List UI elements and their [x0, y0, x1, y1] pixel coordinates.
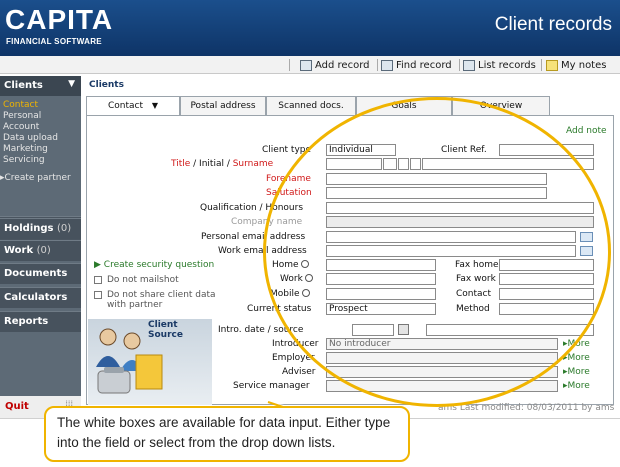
- callout-pointer: [267, 401, 300, 409]
- callout-line-2: into the field or select from the drop d…: [57, 435, 336, 450]
- callout-line-1: The white boxes are available for data i…: [57, 415, 391, 430]
- callout-box: The white boxes are available for data i…: [44, 406, 410, 462]
